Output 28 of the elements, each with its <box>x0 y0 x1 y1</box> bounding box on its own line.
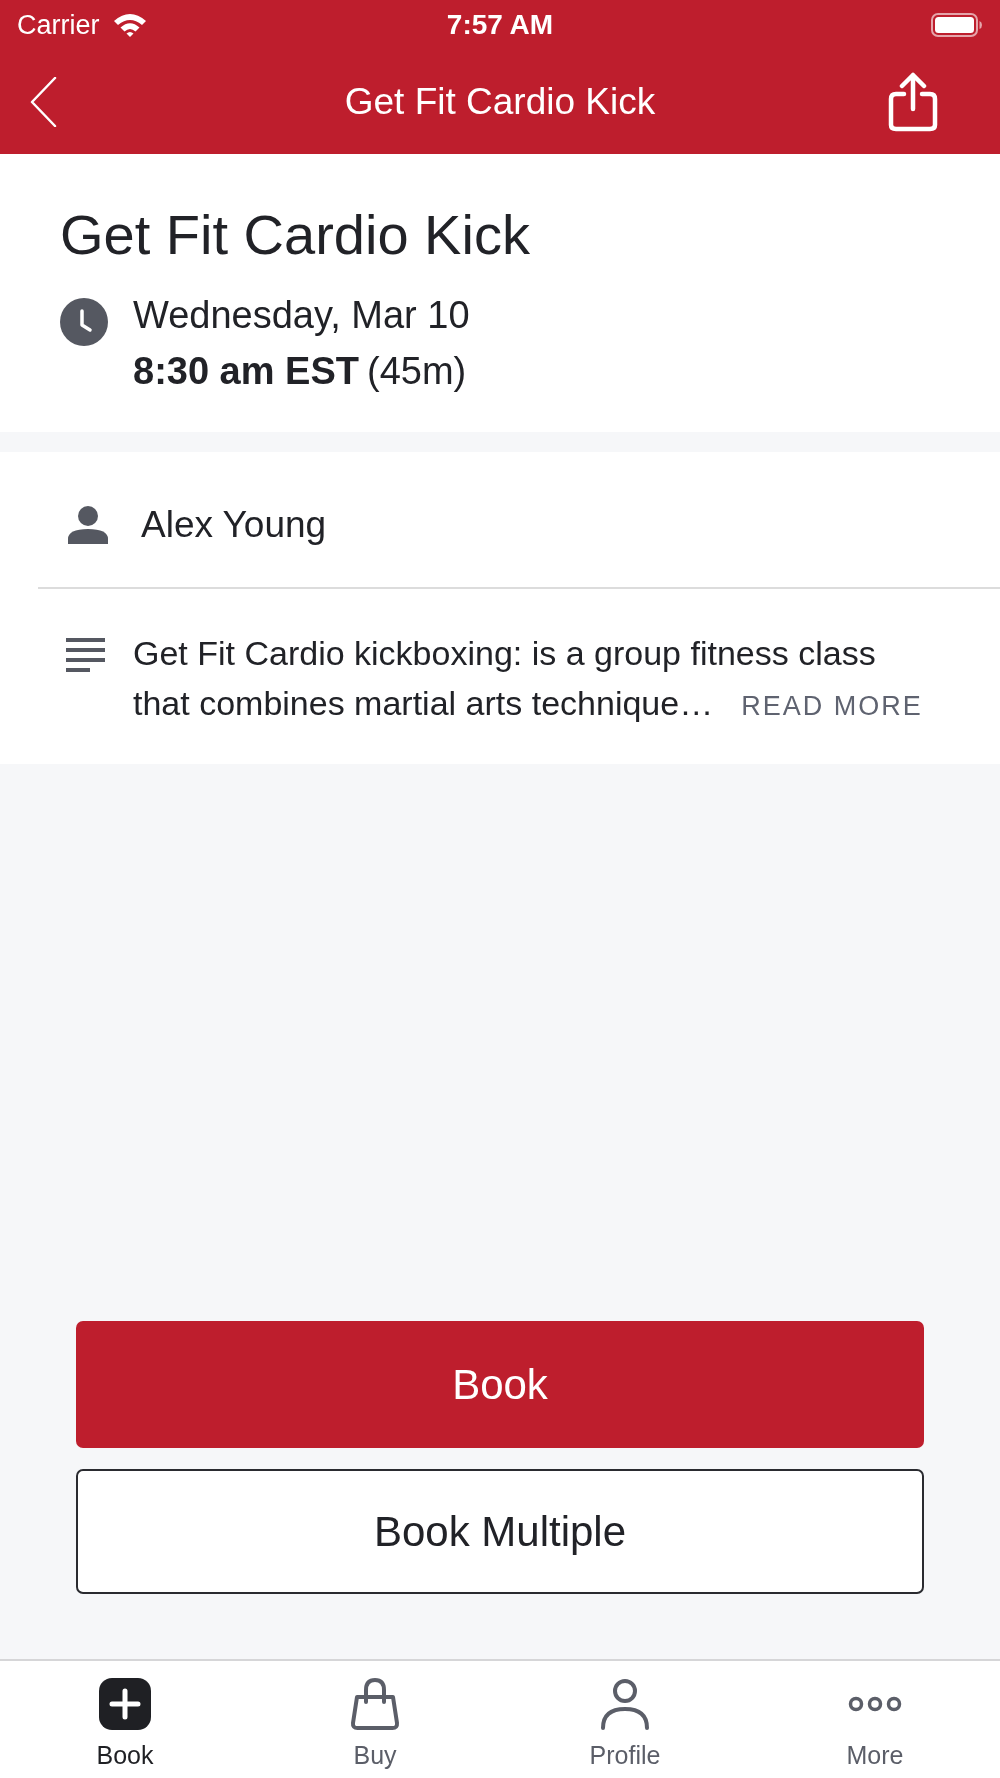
clock-icon <box>60 298 108 346</box>
tab-item[interactable]: Book <box>0 1661 250 1778</box>
chevron-left-icon <box>30 77 57 127</box>
share-button[interactable] <box>888 72 938 132</box>
tab-item[interactable]: Profile <box>500 1661 750 1778</box>
instructor-name: Alex Young <box>141 502 327 547</box>
description-text: Get Fit Cardio kickboxing: is a group fitness class that combines martial arts technique… READ MORE <box>133 628 933 731</box>
class-time: 8:30 am EST <box>133 349 359 394</box>
shopping-bag-icon <box>350 1678 400 1730</box>
battery-icon <box>931 13 983 37</box>
status-time: 7:57 AM <box>445 9 555 41</box>
plus-square-icon <box>99 1678 151 1730</box>
class-duration: (45m) <box>367 349 467 394</box>
back-button[interactable] <box>30 77 57 127</box>
nav-title: Get Fit Cardio Kick <box>343 80 657 124</box>
tab-item[interactable]: Buy <box>250 1661 500 1778</box>
person-outline-icon <box>600 1678 650 1730</box>
book-button[interactable]: Book <box>76 1321 924 1448</box>
class-date: Wednesday, Mar 10 <box>133 293 470 338</box>
book-multiple-button[interactable]: Book Multiple <box>76 1469 924 1594</box>
read-more-link[interactable]: READ MORE <box>741 681 923 731</box>
carrier-name: Carrier <box>17 9 100 41</box>
share-icon <box>888 72 938 132</box>
person-icon <box>68 505 108 544</box>
text-lines-icon <box>66 638 105 672</box>
more-dots-icon <box>848 1696 902 1712</box>
class-title: Get Fit Cardio Kick <box>60 202 531 268</box>
tab-item[interactable]: More <box>750 1661 1000 1778</box>
